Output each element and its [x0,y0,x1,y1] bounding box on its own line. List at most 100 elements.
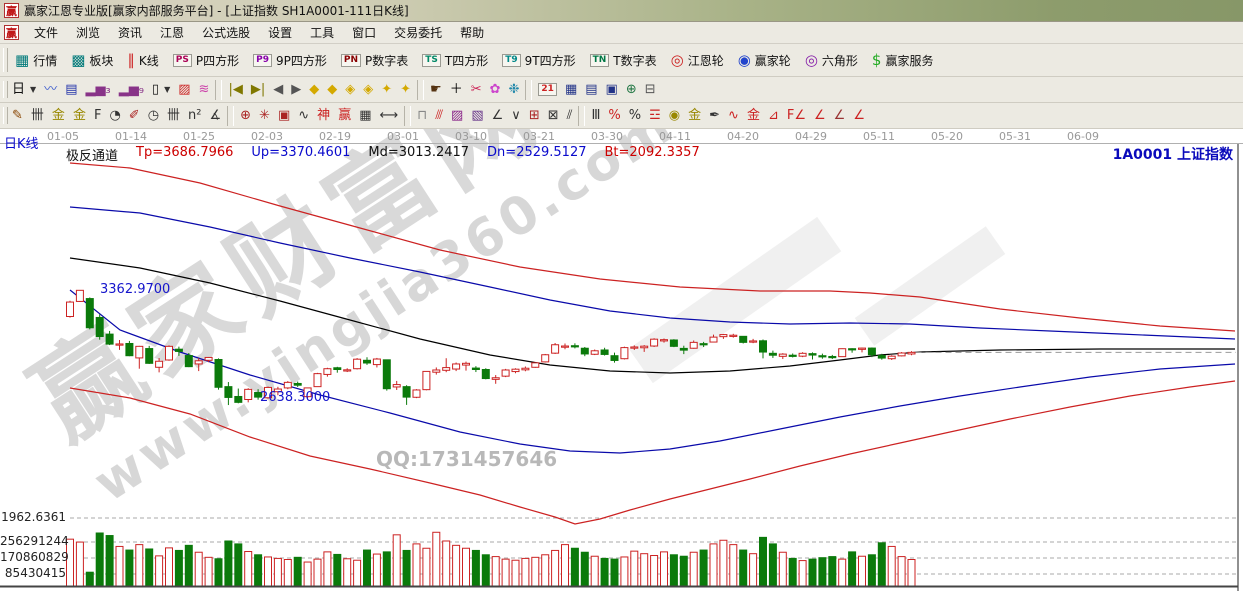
p-square-button[interactable]: PSP四方形 [166,48,246,72]
p-number-table-button[interactable]: PNP数字表 [334,48,415,72]
percent-tool[interactable]: % [625,105,645,126]
menu-item-9[interactable]: 帮助 [451,22,493,43]
f10-report-icon-icon: ▤ [65,83,77,96]
diamond-left-button[interactable]: ◆ [305,79,323,100]
menu-item-5[interactable]: 设置 [259,22,301,43]
gold-split-tool[interactable]: 金 [48,105,69,126]
shen-tool[interactable]: 神 [313,105,334,126]
fan-box-tool[interactable]: ▨ [447,105,467,126]
winner-service-button[interactable]: $赢家服务 [865,48,941,72]
save-button[interactable]: ▣ [602,79,622,100]
printer-button[interactable]: ⊟ [641,79,660,100]
calendar-21-button[interactable]: 21 [534,79,561,100]
chart-canvas[interactable]: 01-0501-1401-2502-0302-1903-0103-1003-21… [0,129,1243,591]
next-button[interactable]: ▶ [287,79,305,100]
wave-count-tool[interactable]: ∿ [294,105,313,126]
first-page-button[interactable]: |◀ [224,79,246,100]
candle-style-dropdown[interactable]: ▯▼ [148,79,174,100]
drag-hand-tool[interactable]: ☛ [426,79,446,100]
menu-item-3[interactable]: 江恩 [151,22,193,43]
prev-button[interactable]: ◀ [269,79,287,100]
f-angle-tool[interactable]: F∠ [783,105,810,126]
date-tick: 02-19 [319,130,351,143]
v-wave-tool-icon: ∨ [511,109,521,122]
corner-box-tool[interactable]: ⊓ [413,105,431,126]
fibonacci-tool[interactable]: F [90,105,105,126]
diamond-expand-button[interactable]: ◈ [341,79,359,100]
t-number-table-button[interactable]: TNT数字表 [583,48,664,72]
z-angle-tool[interactable]: ∠ [849,105,869,126]
menu-item-0[interactable]: 文件 [25,22,67,43]
v-wave-tool[interactable]: ∨ [507,105,525,126]
winner-wheel-button[interactable]: ◉赢家轮 [731,48,798,72]
period-day-dropdown[interactable]: 日▼ [8,79,40,100]
last-page-button[interactable]: ▶| [247,79,269,100]
diamond-zoom-out-button[interactable]: ✦ [396,79,415,100]
color-bars-icon[interactable]: ≋ [195,79,214,100]
gold-split2-tool[interactable]: 金 [69,105,90,126]
gann-wheel-button[interactable]: ◎江恩轮 [664,48,731,72]
spiral-tool[interactable]: ◔ [105,105,124,126]
e-angle-tool[interactable]: ∠ [810,105,830,126]
t-square-button[interactable]: TST四方形 [415,48,495,72]
hash-line-tool[interactable]: 卌 [163,105,184,126]
menu-item-1[interactable]: 浏览 [67,22,109,43]
ratio-bars-tool[interactable]: Ⅲ [587,105,604,126]
fan-shade-tool[interactable]: ▧ [467,105,487,126]
notes-button[interactable]: ▤ [581,79,601,100]
9p-square-button[interactable]: P99P四方形 [246,48,334,72]
gann-grid-tool[interactable]: 卌 [27,105,48,126]
time-cycle-tool[interactable]: ◷ [144,105,163,126]
square-ray-tool[interactable]: ▣ [274,105,294,126]
parallel-tool[interactable]: ⫽ [563,105,577,126]
dense-grid-tool[interactable]: ▦ [355,105,375,126]
quotes-button[interactable]: ▦行情 [8,48,64,72]
win-tool[interactable]: 赢 [334,105,355,126]
volume-scale-label: 85430415 [0,566,66,580]
hexagon-button[interactable]: ◎六角形 [798,48,865,72]
kline-button[interactable]: ∥K线 [120,48,165,72]
menu-item-7[interactable]: 窗口 [343,22,385,43]
menu-item-6[interactable]: 工具 [301,22,343,43]
sectors-button[interactable]: ▩板块 [64,48,120,72]
ink-brush-tool[interactable]: ✒ [705,105,724,126]
trend-wave-icon[interactable]: 〰 [40,79,61,100]
pen-tool[interactable]: ✎ [8,105,27,126]
gold-circle-tool[interactable]: ◉ [665,105,684,126]
volume-3-icon[interactable]: ▂▅₃ [81,79,114,100]
red-pen-tool[interactable]: ✐ [125,105,144,126]
analysis-brain-icon[interactable]: ❉ [505,79,524,100]
star-ray-tool[interactable]: ✳ [255,105,274,126]
channel-wave-tool[interactable]: ∿ [724,105,743,126]
fan-rays-tool[interactable]: ⫻ [431,105,447,126]
menu-item-4[interactable]: 公式选股 [193,22,259,43]
marker-tool[interactable]: ✿ [486,79,505,100]
red-frame-icon[interactable]: ▨ [174,79,194,100]
trend-wave-icon-icon: 〰 [44,83,57,96]
diamond-right-button[interactable]: ◆ [323,79,341,100]
volume-9-icon[interactable]: ▂▅₉ [115,79,148,100]
level-pct-tool[interactable]: ☲ [645,105,665,126]
f10-report-icon[interactable]: ▤ [61,79,81,100]
grid-b-tool[interactable]: ⊠ [544,105,563,126]
diamond-zoom-in-button[interactable]: ✦ [377,79,396,100]
crosshair-tool[interactable]: ＋ [446,79,467,100]
x-angle-tool[interactable]: ∠ [830,105,850,126]
grid-a-tool[interactable]: ⊞ [525,105,544,126]
gold-angle-tool[interactable]: 金 [743,105,764,126]
calculator-button[interactable]: ▦ [561,79,581,100]
angle-a-tool[interactable]: ∡ [206,105,226,126]
9t-square-button[interactable]: T99T四方形 [495,48,582,72]
gold-lines-tool[interactable]: 金 [684,105,705,126]
width-measure-tool[interactable]: ⟷ [376,105,403,126]
square-n2-tool[interactable]: n² [184,105,205,126]
percent-red-tool[interactable]: % [604,105,624,126]
j-angle-tool[interactable]: ⊿ [764,105,783,126]
menu-item-8[interactable]: 交易委托 [385,22,451,43]
diamond-shrink-button[interactable]: ◈ [359,79,377,100]
menu-item-2[interactable]: 资讯 [109,22,151,43]
angle-line-tool[interactable]: ∠ [488,105,508,126]
network-button[interactable]: ⊕ [622,79,641,100]
circle-target-tool[interactable]: ⊕ [236,105,255,126]
cut-tool[interactable]: ✂ [467,79,486,100]
